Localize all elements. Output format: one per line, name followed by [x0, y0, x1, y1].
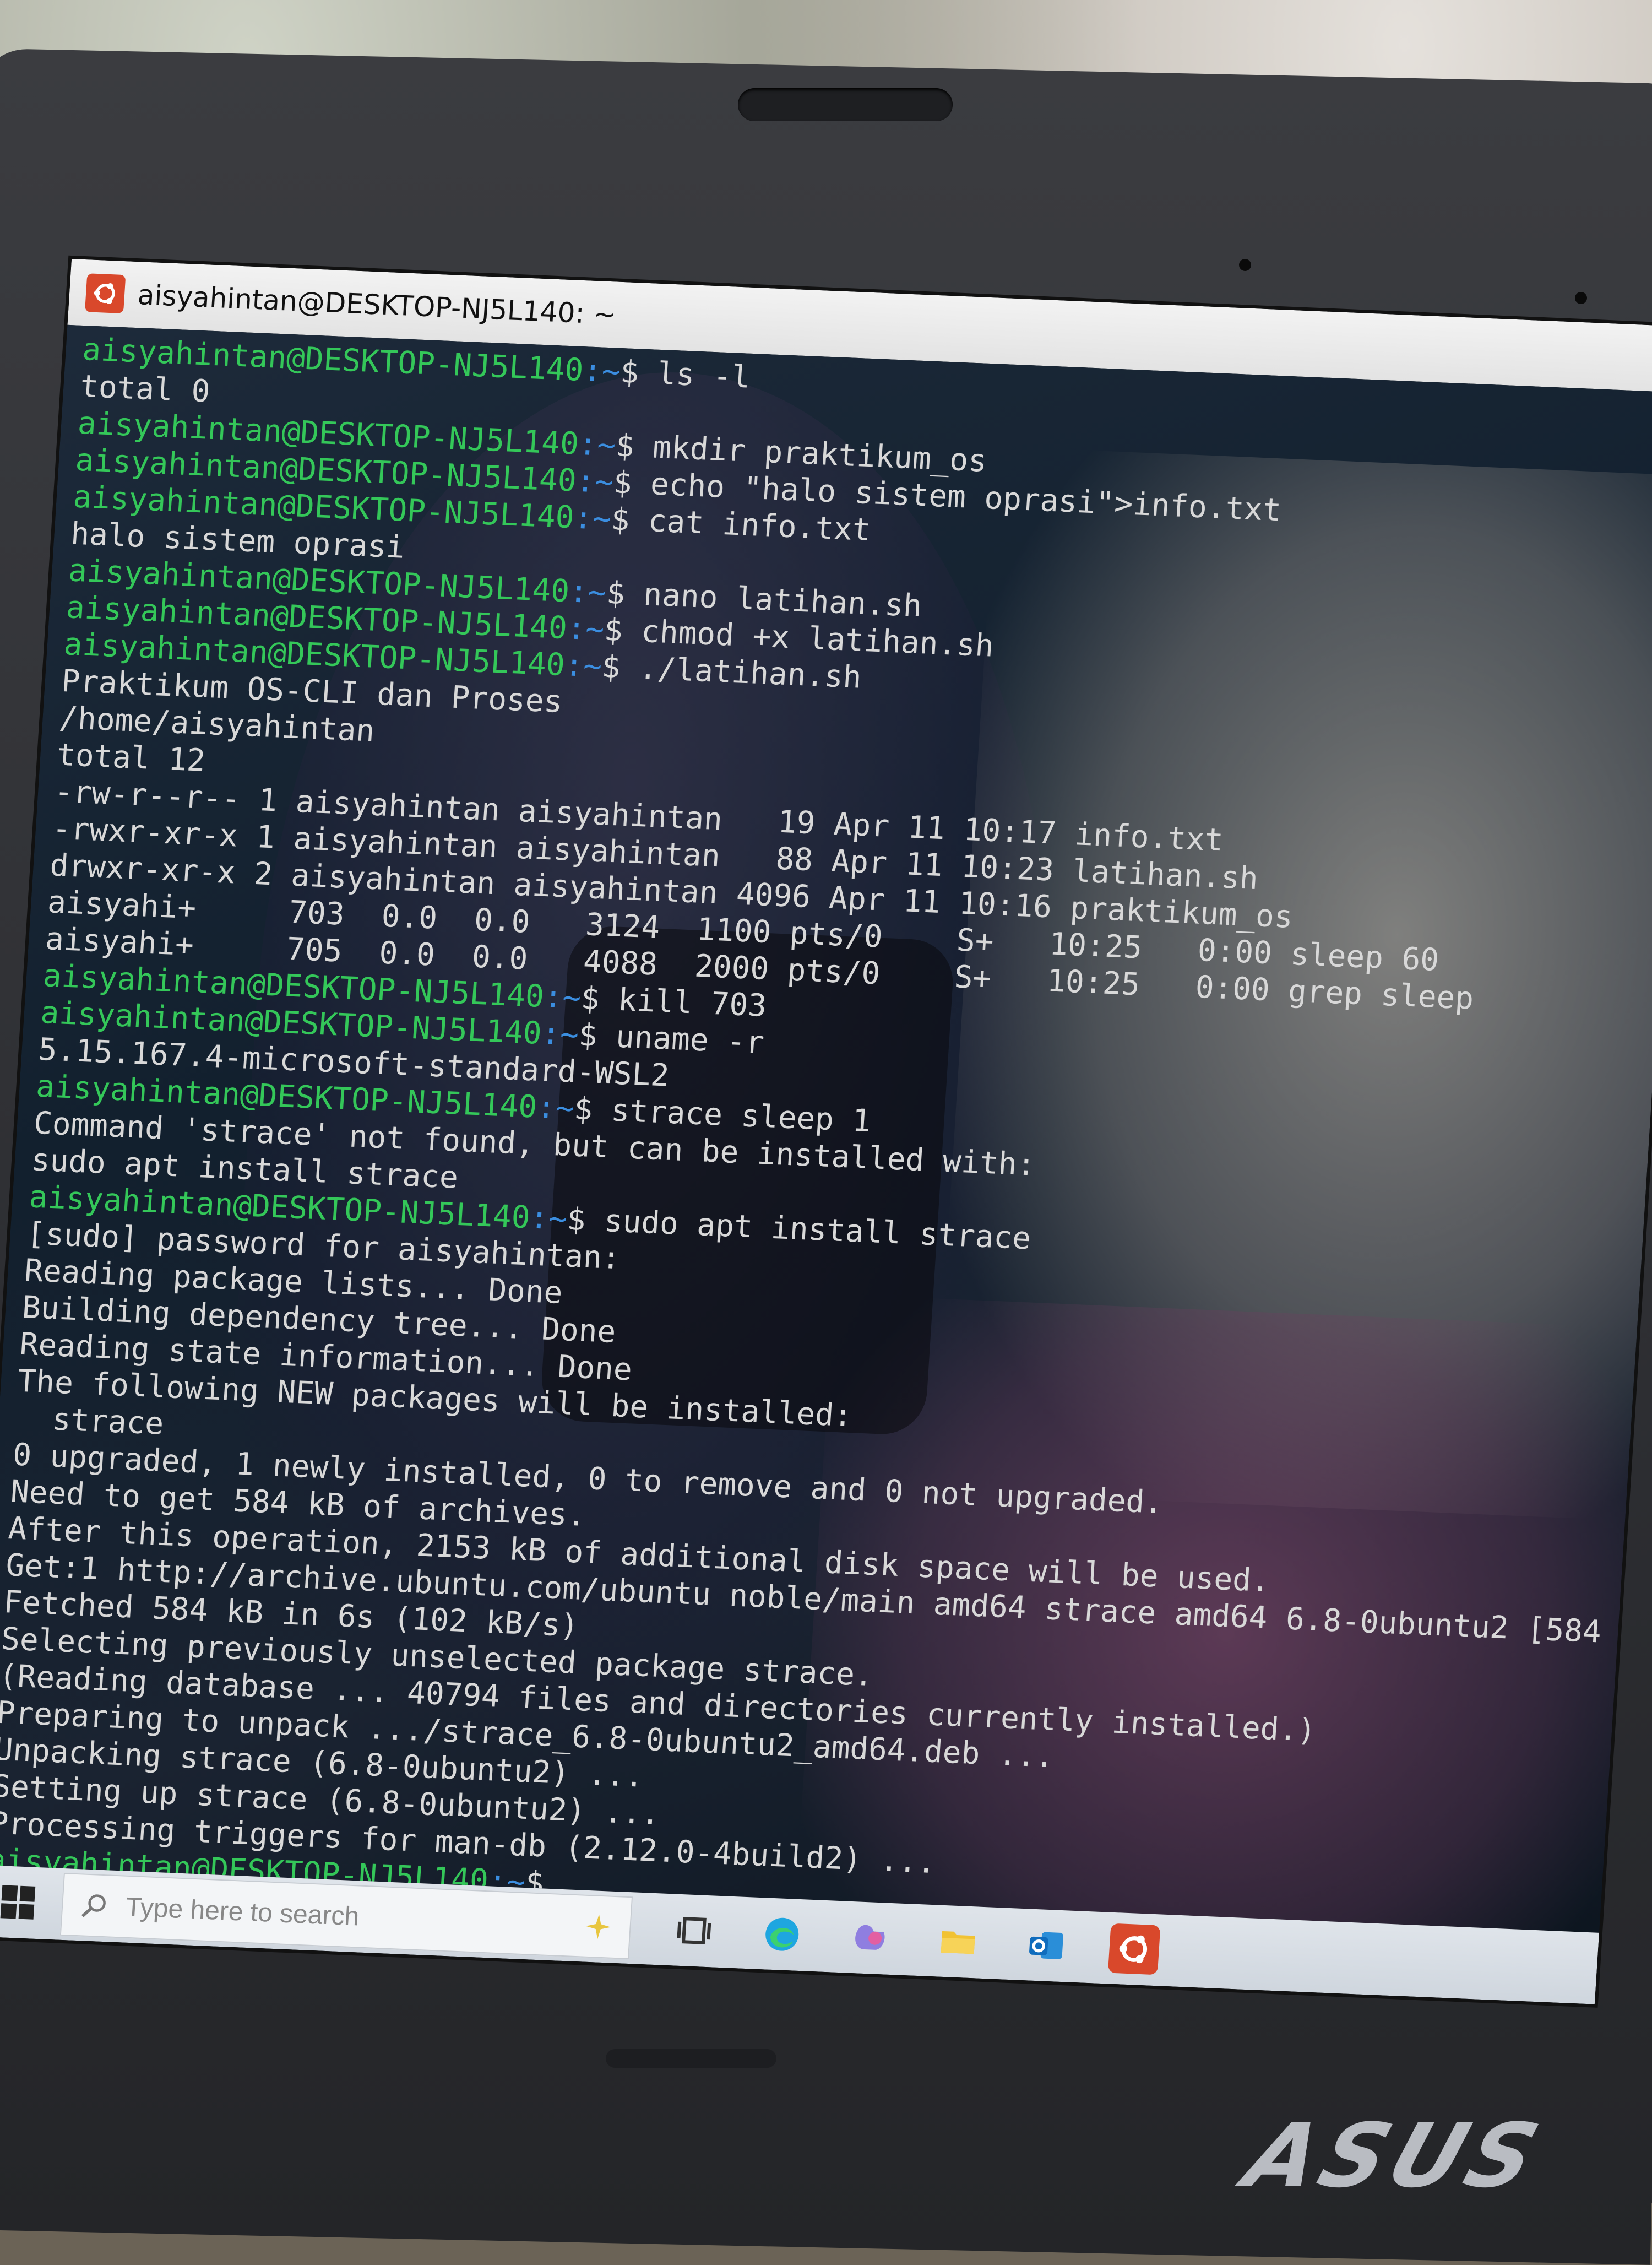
laptop-screen: aisyahintan@DESKTOP-NJ5L140: ~ aisyahint… — [0, 259, 1652, 2004]
prompt-path: :~ — [566, 610, 606, 648]
terminal-output: aisyahintan@DESKTOP-NJ5L140:~$ ls -l tota… — [0, 331, 1652, 1933]
sensor-dot — [1575, 292, 1587, 304]
prompt-path: :~ — [542, 979, 583, 1016]
sparkle-icon — [586, 1914, 611, 1939]
ubuntu-icon — [85, 273, 126, 314]
asus-logo: ASUS — [1233, 2104, 1556, 2207]
prompt-path: :~ — [568, 573, 608, 611]
prompt-path: :~ — [577, 426, 617, 464]
prompt-path: :~ — [536, 1089, 575, 1127]
command-text: $ ls -l — [619, 354, 752, 395]
prompt-path: :~ — [563, 647, 603, 685]
terminal-area[interactable]: aisyahintan@DESKTOP-NJ5L140:~$ ls -l tota… — [0, 324, 1652, 1933]
sensor-dot — [1239, 259, 1251, 271]
edge-icon[interactable] — [756, 1909, 808, 1960]
file-explorer-icon[interactable] — [932, 1916, 985, 1968]
prompt-path: :~ — [575, 463, 615, 501]
prompt-path: :~ — [573, 500, 612, 538]
ubuntu-terminal-taskbar-icon[interactable] — [1107, 1923, 1161, 1975]
search-icon — [81, 1894, 106, 1917]
prompt-path: :~ — [529, 1200, 568, 1238]
prompt-path: :~ — [540, 1016, 580, 1053]
task-view-icon[interactable] — [668, 1905, 721, 1957]
window-title: aisyahintan@DESKTOP-NJ5L140: ~ — [137, 279, 617, 331]
webcam-bar — [738, 88, 953, 121]
outlook-icon[interactable] — [1020, 1920, 1073, 1971]
windows-start-icon[interactable] — [0, 1885, 36, 1920]
copilot-icon[interactable] — [844, 1912, 896, 1964]
search-placeholder: Type here to search — [124, 1892, 360, 1931]
prompt-path: :~ — [582, 353, 622, 390]
hinge-notch — [606, 2049, 776, 2068]
